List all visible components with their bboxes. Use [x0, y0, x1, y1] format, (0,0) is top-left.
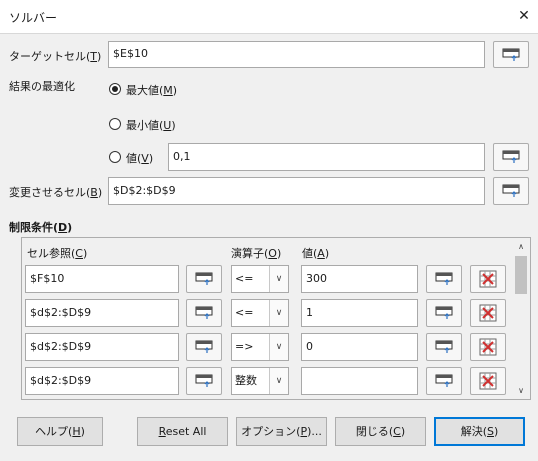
shrink-icon — [502, 150, 520, 163]
radio-minimum-label[interactable]: 最小値(U) — [126, 117, 176, 133]
chevron-down-icon: ∨ — [269, 266, 288, 292]
delete-row-icon — [479, 270, 497, 288]
operator-value: 整数 — [235, 374, 257, 387]
value-shrink-button[interactable] — [493, 143, 529, 171]
operator-value: => — [235, 340, 254, 353]
scroll-down-icon[interactable]: ∨ — [513, 384, 529, 398]
changing-cells-label: 変更させるセル(B) — [9, 186, 103, 199]
radio-value-label[interactable]: 値(V) — [126, 150, 153, 166]
constraint-value-input[interactable]: 1 — [301, 299, 418, 327]
radio-value[interactable] — [109, 151, 121, 163]
constraint-value-shrink-button[interactable] — [426, 367, 462, 395]
constraint-operator-select[interactable]: <= ∨ — [231, 265, 289, 293]
shrink-icon — [435, 374, 453, 387]
solve-button[interactable]: 解決(S) — [434, 417, 525, 446]
options-button[interactable]: オプション(P)... — [236, 417, 327, 446]
constraint-cell-input[interactable]: $F$10 — [25, 265, 179, 293]
target-cell-shrink-button[interactable] — [493, 41, 529, 68]
constraint-delete-button[interactable] — [470, 299, 506, 327]
chevron-down-icon: ∨ — [269, 334, 288, 360]
reset-all-button[interactable]: Reset All — [137, 417, 228, 446]
shrink-icon — [435, 272, 453, 285]
constraint-delete-button[interactable] — [470, 265, 506, 293]
close-button[interactable]: 閉じる(C) — [335, 417, 426, 446]
constraint-cell-input[interactable]: $d$2:$D$9 — [25, 333, 179, 361]
shrink-icon — [502, 48, 520, 61]
delete-row-icon — [479, 372, 497, 390]
constraint-cell-shrink-button[interactable] — [186, 333, 222, 361]
radio-maximum-label[interactable]: 最大値(M) — [126, 82, 177, 98]
constraint-cell-input[interactable]: $d$2:$D$9 — [25, 367, 179, 395]
shrink-icon — [195, 374, 213, 387]
delete-row-icon — [479, 338, 497, 356]
shrink-icon — [195, 340, 213, 353]
constraint-value-shrink-button[interactable] — [426, 299, 462, 327]
help-button[interactable]: ヘルプ(H) — [17, 417, 103, 446]
shrink-icon — [195, 272, 213, 285]
constraint-cell-shrink-button[interactable] — [186, 265, 222, 293]
value-input[interactable]: 0,1 — [168, 143, 485, 171]
title-bar — [0, 0, 538, 34]
window-title: ソルバー — [9, 11, 58, 25]
radio-minimum[interactable] — [109, 118, 121, 130]
constraint-operator-select[interactable]: => ∨ — [231, 333, 289, 361]
constraint-cell-shrink-button[interactable] — [186, 367, 222, 395]
shrink-icon — [435, 306, 453, 319]
shrink-icon — [195, 306, 213, 319]
constraint-delete-button[interactable] — [470, 333, 506, 361]
operator-value: <= — [235, 306, 254, 319]
shrink-icon — [502, 184, 520, 197]
changing-cells-shrink-button[interactable] — [493, 177, 529, 205]
constraint-operator-select[interactable]: <= ∨ — [231, 299, 289, 327]
operator-value: <= — [235, 272, 254, 285]
constraint-operator-select[interactable]: 整数 ∨ — [231, 367, 289, 395]
target-cell-input[interactable]: $E$10 — [108, 41, 485, 68]
changing-cells-input[interactable]: $D$2:$D$9 — [108, 177, 485, 205]
constraint-value-shrink-button[interactable] — [426, 333, 462, 361]
header-cell-reference: セル参照(C) — [27, 247, 88, 260]
constraints-label: 制限条件(D) — [9, 221, 73, 234]
scroll-up-icon[interactable]: ∧ — [513, 240, 529, 254]
constraint-value-input[interactable]: 0 — [301, 333, 418, 361]
chevron-down-icon: ∨ — [269, 368, 288, 394]
shrink-icon — [435, 340, 453, 353]
delete-row-icon — [479, 304, 497, 322]
header-operator: 演算子(O) — [231, 247, 282, 260]
optimize-label: 結果の最適化 — [9, 80, 75, 93]
chevron-down-icon: ∨ — [269, 300, 288, 326]
target-cell-label: ターゲットセル(T) — [9, 50, 102, 63]
constraint-cell-shrink-button[interactable] — [186, 299, 222, 327]
header-value: 値(A) — [302, 247, 330, 260]
close-icon[interactable]: ✕ — [514, 6, 534, 26]
constraint-value-shrink-button[interactable] — [426, 265, 462, 293]
radio-maximum[interactable] — [109, 83, 121, 95]
scrollbar-thumb[interactable] — [515, 256, 527, 294]
constraint-value-input[interactable] — [301, 367, 418, 395]
constraint-value-input[interactable]: 300 — [301, 265, 418, 293]
constraint-cell-input[interactable]: $d$2:$D$9 — [25, 299, 179, 327]
constraint-delete-button[interactable] — [470, 367, 506, 395]
